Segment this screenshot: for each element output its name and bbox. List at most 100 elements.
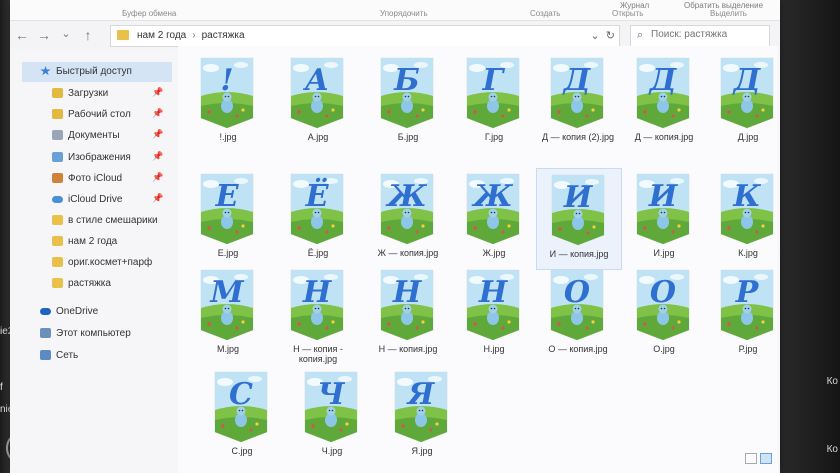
forward-arrow-icon[interactable]: → <box>36 27 52 43</box>
search-input[interactable] <box>651 29 761 40</box>
sidebar-item-label: нам 2 года <box>68 236 118 247</box>
address-controls: ⌄ ↻ <box>590 29 615 42</box>
folder-icon <box>117 30 129 40</box>
file-name: Д.jpg <box>737 132 759 142</box>
documents-folder-icon <box>52 130 63 140</box>
svg-text:К: К <box>732 179 761 214</box>
image-thumbnail: А <box>289 56 345 130</box>
svg-text:Ё: Ё <box>305 177 330 214</box>
file-item[interactable]: К К.jpg <box>706 168 780 268</box>
file-item[interactable]: Ё Ё.jpg <box>276 168 360 268</box>
sidebar-item[interactable]: Документы 📌 <box>22 126 172 146</box>
svg-text:Ж: Ж <box>385 179 427 214</box>
file-item[interactable]: И И — копия.jpg <box>536 168 622 270</box>
up-arrow-icon[interactable]: ↑ <box>80 27 96 43</box>
file-item[interactable]: С С.jpg <box>200 366 284 466</box>
file-name: Ж.jpg <box>482 248 506 258</box>
file-name: Б.jpg <box>397 132 419 142</box>
svg-text:И: И <box>648 179 679 214</box>
sidebar-item[interactable]: в стиле смешарики <box>22 211 172 231</box>
file-item[interactable]: Д Д.jpg <box>706 52 780 152</box>
svg-text:Д: Д <box>732 63 762 98</box>
file-item[interactable]: Ж Ж — копия.jpg <box>366 168 450 268</box>
invert-selection-button[interactable]: Обратить выделение <box>684 1 763 10</box>
desktop-text-fragment: f <box>0 382 3 393</box>
ribbon-group-clipboard: Буфер обмена <box>122 9 177 18</box>
back-arrow-icon[interactable]: ← <box>14 27 30 43</box>
file-name: Р.jpg <box>738 344 758 354</box>
svg-text:Ч: Ч <box>317 377 345 412</box>
breadcrumb-item[interactable]: растяжка <box>202 30 245 41</box>
file-item[interactable]: Г Г.jpg <box>452 52 536 152</box>
file-item[interactable]: О О — копия.jpg <box>536 264 620 364</box>
image-thumbnail: Г <box>465 56 521 130</box>
file-item[interactable]: Д Д — копия (2).jpg <box>536 52 620 152</box>
image-thumbnail: ! <box>199 56 255 130</box>
file-item[interactable]: Б Б.jpg <box>366 52 450 152</box>
view-toggle-group <box>742 451 772 469</box>
sidebar-item[interactable]: Этот компьютер <box>22 324 172 344</box>
sidebar-item[interactable]: Быстрый доступ <box>22 62 172 82</box>
image-thumbnail: К <box>719 172 775 246</box>
image-thumbnail: Н <box>289 268 345 342</box>
file-item[interactable]: О О.jpg <box>622 264 706 364</box>
file-item[interactable]: Е Е.jpg <box>186 168 270 268</box>
breadcrumb-item[interactable]: нам 2 года <box>137 30 186 41</box>
svg-text:Г: Г <box>482 63 506 98</box>
recent-locations-chevron-icon[interactable]: ⌄ <box>58 27 74 40</box>
file-item[interactable]: А А.jpg <box>276 52 360 152</box>
sidebar-item-label: Документы <box>68 130 120 141</box>
sidebar-item[interactable]: OneDrive <box>22 302 172 322</box>
star-icon <box>40 66 51 76</box>
file-item[interactable]: Я Я.jpg <box>380 366 464 466</box>
sidebar-item[interactable]: растяжка <box>22 274 172 294</box>
file-item[interactable]: Н Н.jpg <box>452 264 536 364</box>
svg-text:А: А <box>303 63 329 98</box>
svg-text:Д: Д <box>562 63 592 98</box>
search-box[interactable]: ⌕ <box>630 25 770 47</box>
image-thumbnail: Б <box>379 56 435 130</box>
network-icon <box>40 350 51 360</box>
folder-icon <box>52 278 63 288</box>
file-item[interactable]: Н Н — копия.jpg <box>366 264 450 364</box>
breadcrumb-separator: › <box>192 30 196 41</box>
sidebar-item[interactable]: Рабочий стол 📌 <box>22 105 172 125</box>
address-dropdown-chevron-icon[interactable]: ⌄ <box>590 30 599 42</box>
onedrive-icon <box>40 308 51 315</box>
sidebar-item[interactable]: ориг.космет+парф <box>22 253 172 273</box>
file-item[interactable]: Р Р.jpg <box>706 264 780 364</box>
svg-text:Д: Д <box>648 63 678 98</box>
details-view-button[interactable] <box>745 453 757 464</box>
file-name: !.jpg <box>219 132 237 142</box>
file-name: К.jpg <box>738 248 758 258</box>
sidebar-item[interactable]: Сеть <box>22 346 172 366</box>
sidebar-item[interactable]: Фото iCloud 📌 <box>22 169 172 189</box>
file-name: Д — копия (2).jpg <box>542 132 614 142</box>
svg-text:Н: Н <box>302 275 333 310</box>
file-name: О.jpg <box>653 344 675 354</box>
address-row: ← → ⌄ ↑ нам 2 года › растяжка ⌄ ↻ ⌕ <box>10 21 780 49</box>
sidebar-item[interactable]: Загрузки 📌 <box>22 84 172 104</box>
file-item[interactable]: М М.jpg <box>186 264 270 364</box>
sidebar-item[interactable]: iCloud Drive 📌 <box>22 190 172 210</box>
file-item[interactable]: Ж Ж.jpg <box>452 168 536 268</box>
sidebar-item-label: растяжка <box>68 278 111 289</box>
file-item[interactable]: Д Д — копия.jpg <box>622 52 706 152</box>
file-item[interactable]: Ч Ч.jpg <box>290 366 374 466</box>
sidebar-item[interactable]: Изображения 📌 <box>22 148 172 168</box>
sidebar-item-label: OneDrive <box>56 306 99 317</box>
file-item[interactable]: Н Н — копия - копия.jpg <box>276 264 360 364</box>
history-button[interactable]: Журнал <box>620 1 649 10</box>
sidebar-item[interactable]: нам 2 года <box>22 232 172 252</box>
pictures-folder-icon <box>52 152 63 162</box>
file-item[interactable]: ! !.jpg <box>186 52 270 152</box>
pin-icon: 📌 <box>152 172 164 182</box>
file-name: С.jpg <box>231 446 253 456</box>
icons-view-button[interactable] <box>760 453 772 464</box>
file-name: Е.jpg <box>217 248 239 258</box>
sidebar-item-label: Сеть <box>56 350 79 361</box>
address-bar[interactable]: нам 2 года › растяжка ⌄ ↻ <box>110 25 620 47</box>
sidebar-item-label: в стиле смешарики <box>68 215 158 226</box>
file-item[interactable]: И И.jpg <box>622 168 706 268</box>
refresh-icon[interactable]: ↻ <box>606 30 615 42</box>
